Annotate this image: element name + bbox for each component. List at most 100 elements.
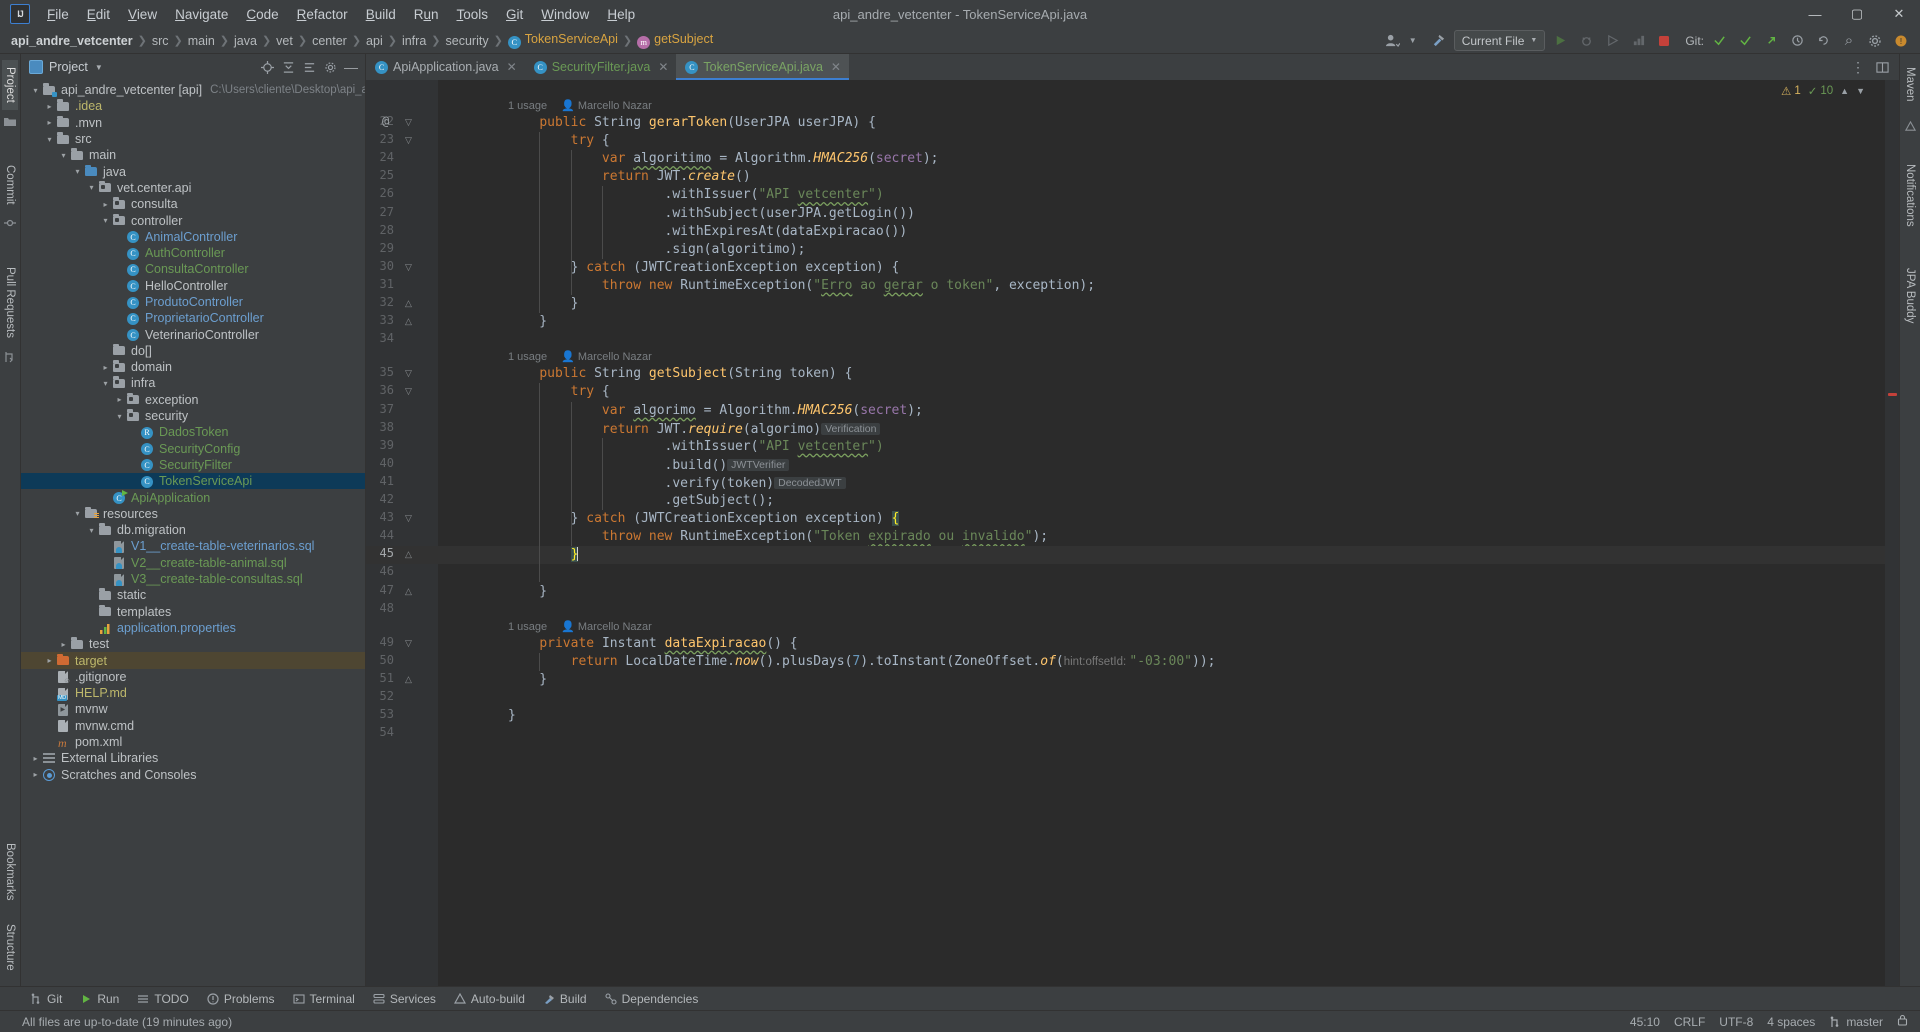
tree-node-consultacontroller[interactable]: ·C ConsultaController: [21, 261, 365, 277]
collapse-all-icon[interactable]: [299, 57, 319, 77]
tree-expand-arrow[interactable]: ▸: [57, 640, 70, 649]
code-fold-start-icon[interactable]: ▽: [404, 118, 413, 127]
tree-expand-arrow[interactable]: ▸: [43, 656, 56, 665]
usage-count[interactable]: 1 usage: [508, 100, 547, 112]
tree-node-authcontroller[interactable]: ·C AuthController: [21, 245, 365, 261]
code-line-45[interactable]: }: [508, 546, 579, 564]
menu-refactor[interactable]: Refactor: [288, 4, 357, 25]
code-line-31[interactable]: throw new RuntimeException("Erro ao gera…: [508, 277, 1095, 295]
tree-expand-arrow[interactable]: ▾: [99, 216, 112, 225]
tool-tab-bookmarks[interactable]: Bookmarks: [2, 836, 18, 908]
code-fold-end-icon[interactable]: △: [404, 317, 413, 326]
tree-expand-arrow[interactable]: ·: [99, 558, 112, 567]
commit-strip-icon[interactable]: [4, 217, 16, 232]
tree-expand-arrow[interactable]: ·: [113, 298, 126, 307]
code-line-43[interactable]: } catch (JWTCreationException exception)…: [508, 510, 900, 528]
tree-node-securityconfig[interactable]: ·C SecurityConfig: [21, 441, 365, 457]
code-fold-start-icon[interactable]: ▽: [404, 387, 413, 396]
tree-expand-arrow[interactable]: ▸: [29, 770, 42, 779]
user-avatar-icon[interactable]: [1382, 30, 1404, 51]
tree-expand-arrow[interactable]: ▸: [113, 395, 126, 404]
error-stripe-gutter[interactable]: [1885, 80, 1899, 986]
tree-expand-arrow[interactable]: ·: [99, 346, 112, 355]
author-name[interactable]: Marcello Nazar: [578, 621, 652, 633]
tree-expand-arrow[interactable]: ▾: [99, 379, 112, 388]
breadcrumb-vet[interactable]: vet: [273, 34, 296, 48]
close-icon[interactable]: ✕: [831, 60, 841, 74]
chevron-down-icon[interactable]: ▼: [1402, 30, 1424, 51]
breadcrumb-src[interactable]: src: [149, 34, 172, 48]
code-line-26[interactable]: .withIssuer("API vetcenter"): [508, 186, 884, 204]
author-name[interactable]: Marcello Nazar: [578, 100, 652, 112]
menu-build[interactable]: Build: [357, 4, 405, 25]
tree-node-scratches-and-consoles[interactable]: ▸ Scratches and Consoles: [21, 766, 365, 782]
tree-expand-arrow[interactable]: ▸: [99, 200, 112, 209]
tree-expand-arrow[interactable]: ·: [113, 265, 126, 274]
tree-expand-arrow[interactable]: ·: [113, 232, 126, 241]
tree-expand-arrow[interactable]: ▾: [71, 167, 84, 176]
hide-panel-icon[interactable]: —: [341, 57, 361, 77]
split-editor-icon[interactable]: [1871, 57, 1893, 78]
tree-node-idea[interactable]: ▸ .idea: [21, 98, 365, 114]
tree-expand-arrow[interactable]: ▸: [43, 102, 56, 111]
usage-count[interactable]: 1 usage: [508, 351, 547, 363]
breadcrumb-infra[interactable]: infra: [399, 34, 429, 48]
tool-tab-maven[interactable]: Maven: [1902, 60, 1918, 109]
code-fold-end-icon[interactable]: △: [404, 674, 413, 684]
git-update-icon[interactable]: [1708, 30, 1730, 51]
tree-expand-arrow[interactable]: ·: [127, 460, 140, 469]
code-line-42[interactable]: .getSubject();: [508, 492, 775, 510]
author-name[interactable]: Marcello Nazar: [578, 351, 652, 363]
indent-setting[interactable]: 4 spaces: [1767, 1015, 1815, 1029]
maximize-button[interactable]: ▢: [1836, 0, 1878, 28]
tree-node-security[interactable]: ▾ security: [21, 408, 365, 424]
inspection-widget[interactable]: ⚠ 1 ✓ 10 ▲ ▼: [1781, 84, 1865, 98]
debug-button[interactable]: [1575, 30, 1597, 51]
tree-expand-arrow[interactable]: ·: [43, 672, 56, 681]
menu-view[interactable]: View: [119, 4, 166, 25]
tree-node-hellocontroller[interactable]: ·C HelloController: [21, 278, 365, 294]
code-line-25[interactable]: return JWT.create(): [508, 168, 751, 186]
git-push-icon[interactable]: [1760, 30, 1782, 51]
tree-expand-arrow[interactable]: ▾: [85, 183, 98, 192]
tool-tab-pull-requests[interactable]: Pull Requests: [2, 260, 18, 345]
bottom-tab-dependencies[interactable]: Dependencies: [597, 990, 707, 1008]
tree-expand-arrow[interactable]: ·: [85, 591, 98, 600]
tree-expand-arrow[interactable]: ·: [85, 607, 98, 616]
error-stripe-mark[interactable]: [1888, 393, 1897, 396]
git-rollback-icon[interactable]: [1812, 30, 1834, 51]
tree-node-do[interactable]: · do[]: [21, 343, 365, 359]
tree-node-target[interactable]: ▸ target: [21, 652, 365, 669]
tool-tab-commit[interactable]: Commit: [2, 158, 18, 212]
chevron-down-icon[interactable]: ▼: [95, 63, 103, 72]
tree-expand-arrow[interactable]: ·: [43, 738, 56, 747]
code-line-27[interactable]: .withSubject(userJPA.getLogin()): [508, 205, 915, 223]
breadcrumb-method[interactable]: m getSubject: [634, 32, 716, 49]
code-line-29[interactable]: .sign(algoritimo);: [508, 241, 806, 259]
menu-navigate[interactable]: Navigate: [166, 4, 237, 25]
notifications-icon[interactable]: !: [1890, 30, 1912, 51]
tree-node-mvnw[interactable]: · mvnw: [21, 701, 365, 717]
code-editor[interactable]: 22 @ ▽ 23 ▽ 24 25 26 27 28 29 30 ▽ 31 32 △ 33 △ 34 35 ▽ 36 ▽ 37…: [366, 80, 1899, 986]
tree-node-java[interactable]: ▾ java: [21, 163, 365, 179]
tree-expand-arrow[interactable]: ▾: [57, 151, 70, 160]
code-line-23[interactable]: try {: [508, 132, 610, 150]
menu-edit[interactable]: Edit: [78, 4, 119, 25]
tree-node-dadostoken[interactable]: ·R DadosToken: [21, 424, 365, 440]
code-line-24[interactable]: var algoritimo = Algorithm.HMAC256(secre…: [508, 150, 939, 168]
breadcrumb-api[interactable]: api: [363, 34, 386, 48]
bottom-tab-git[interactable]: Git: [22, 990, 70, 1008]
tree-expand-arrow[interactable]: ·: [127, 477, 140, 486]
profiler-button[interactable]: [1627, 30, 1649, 51]
close-icon[interactable]: ✕: [507, 60, 517, 74]
tree-node-produtocontroller[interactable]: ·C ProdutoController: [21, 294, 365, 310]
tree-node-mvnw-cmd[interactable]: · mvnw.cmd: [21, 718, 365, 734]
tree-node-consulta[interactable]: ▸ consulta: [21, 196, 365, 212]
tree-node-resources[interactable]: ▾ resources: [21, 506, 365, 522]
tree-node-infra[interactable]: ▾ infra: [21, 375, 365, 391]
tree-expand-arrow[interactable]: ·: [43, 689, 56, 698]
hammer-build-icon[interactable]: [1428, 30, 1450, 51]
usage-count[interactable]: 1 usage: [508, 621, 547, 633]
folder-strip-icon[interactable]: [4, 116, 16, 130]
project-file-tree[interactable]: ▾ api_andre_vetcenter [api] C:\Users\clien…: [21, 80, 365, 986]
